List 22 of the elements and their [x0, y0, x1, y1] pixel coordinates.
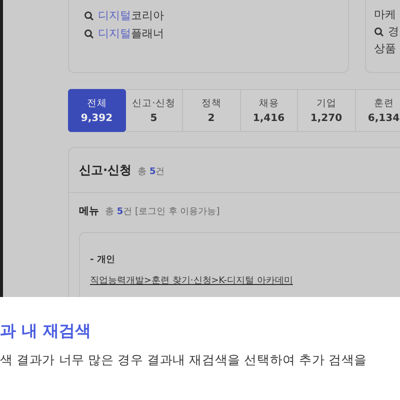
category-tab[interactable]: 신고·신청 5: [126, 89, 183, 132]
result-count: 총 5건 [로그인 후 이용가능]: [105, 206, 220, 218]
category-tab[interactable]: 기업 1,270: [298, 89, 356, 132]
search-suggestion[interactable]: 디지털플래너: [98, 26, 164, 41]
category-tab[interactable]: 훈련 6,134: [356, 89, 400, 132]
search-icon: [84, 10, 94, 20]
category-tab[interactable]: 채용 1,416: [240, 89, 298, 132]
group-label: - 개인: [90, 254, 115, 266]
help-text: 색 결과가 너무 많은 경우 결과내 재검색을 선택하여 추가 검색을: [0, 352, 368, 369]
search-suggestion[interactable]: 디지털코리아: [98, 8, 164, 23]
section-title: 신고·신청: [79, 162, 132, 179]
search-suggestion[interactable]: 경: [388, 24, 399, 39]
menu-path-link[interactable]: 직업능력개발>훈련 찾기·신청>K-디지털 아카데미: [90, 274, 293, 287]
result-count: 총 5건: [138, 166, 165, 178]
help-heading: 과 내 재검색: [0, 321, 92, 342]
search-icon: [374, 26, 384, 36]
category-tab[interactable]: 정책 2: [183, 89, 240, 132]
category-tab[interactable]: 전체 9,392: [68, 89, 126, 132]
side-text: 마케: [374, 7, 396, 22]
search-icon: [84, 28, 94, 38]
subsection-title: 메뉴: [79, 205, 99, 218]
side-text: 상품: [374, 41, 396, 56]
